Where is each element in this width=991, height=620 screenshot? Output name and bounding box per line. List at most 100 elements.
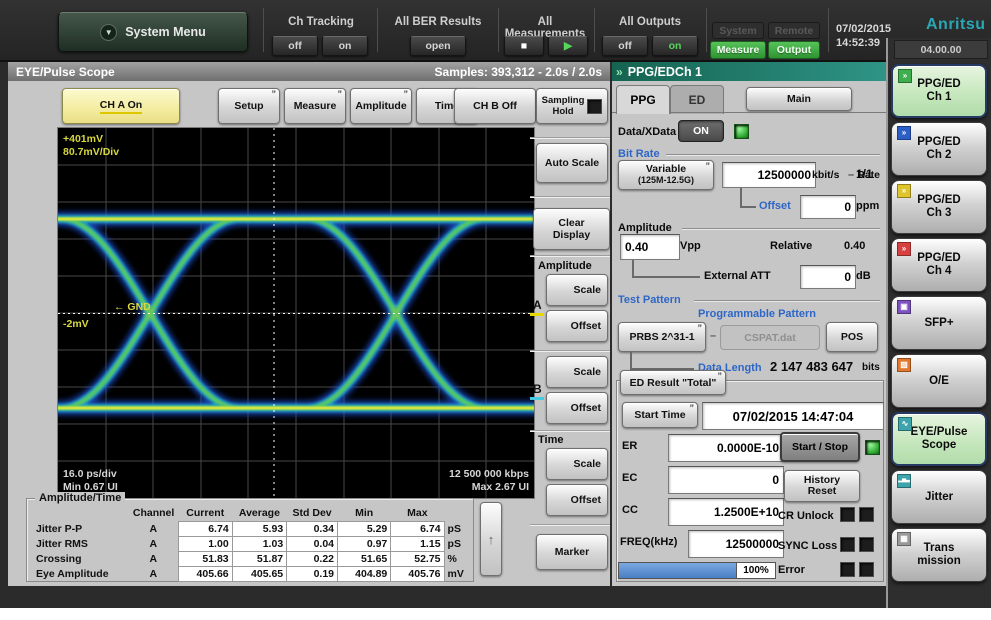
gnd-value-label: -2mV	[63, 318, 89, 330]
relative-value: 0.40	[844, 240, 865, 252]
time-group-label: Time	[538, 434, 563, 446]
amplitude-offset-a-button[interactable]: Offset	[546, 310, 608, 342]
marker-button[interactable]: Marker	[536, 534, 608, 570]
oe-icon: ▨	[897, 358, 911, 372]
label-line1: O/E	[929, 375, 949, 388]
eye-pulse-scope-icon: ∿	[898, 417, 912, 431]
bit-rate-field[interactable]: 12500000	[722, 162, 816, 188]
tab-ppg[interactable]: PPG	[616, 85, 670, 114]
bit-rate-offset-field[interactable]: 0	[800, 195, 856, 219]
freq-label: FREQ(kHz)	[620, 536, 677, 548]
data-xdata-on-button[interactable]: ON	[678, 120, 724, 142]
channel-b-marker	[530, 397, 544, 400]
bit-rate-label: Bit Rate	[618, 148, 660, 160]
label-line1: PPG/ED	[917, 252, 960, 265]
history-reset-label: History Reset	[796, 475, 848, 497]
rate-label: Rate	[857, 169, 880, 181]
progress-value: 100%	[736, 562, 776, 579]
att-connector	[632, 260, 700, 278]
label-line1: Trans	[924, 542, 955, 555]
prbs-pattern-button[interactable]: PRBS 2^31-1	[618, 322, 706, 352]
label-line1: PPG/ED	[917, 136, 960, 149]
time-offset-button[interactable]: Offset	[546, 484, 608, 516]
eye-diagram-display: +401mV 80.7mV/Div ← GND -2mV 16.0 ps/div…	[57, 127, 535, 499]
er-field[interactable]: 0.0000E-10	[668, 434, 784, 462]
setup-button[interactable]: Setup	[218, 88, 280, 124]
tab-ed[interactable]: ED	[670, 85, 724, 114]
ch-a-on-button[interactable]: CH A On	[62, 88, 180, 124]
att-unit: dB	[856, 270, 871, 282]
sampling-hold-button[interactable]: Sampling Hold	[536, 88, 608, 124]
start-time-button[interactable]: Start Time	[622, 402, 698, 428]
channel-a-marker	[530, 313, 544, 316]
label-line2: Ch 2	[927, 149, 952, 162]
ec-field[interactable]: 0	[668, 466, 784, 494]
sampling-hold-indicator	[587, 99, 602, 114]
pattern-separator: –	[710, 330, 716, 342]
main-button[interactable]: Main	[746, 87, 852, 111]
sidebar-item-ppg-ed-ch1[interactable]: » PPG/ED Ch 1	[891, 64, 987, 118]
sidebar-item-oe[interactable]: ▨ O/E	[891, 354, 987, 408]
divider	[530, 524, 610, 526]
amplitude-offset-b-button[interactable]: Offset	[546, 392, 608, 424]
col-current: Current	[178, 507, 232, 522]
history-reset-button[interactable]: History Reset	[784, 470, 860, 502]
freq-field[interactable]: 12500000	[688, 530, 784, 558]
external-att-field[interactable]: 0	[800, 265, 856, 289]
data-length-value: 2 147 483 647	[770, 359, 853, 374]
start-stop-lamp	[865, 440, 880, 455]
ch-b-off-button[interactable]: CH B Off	[454, 88, 536, 124]
sync-loss-label: SYNC Loss	[778, 540, 837, 552]
amplitude-scale-b-button[interactable]: Scale	[546, 356, 608, 388]
bitrate-label: 12 500 000 kbps	[449, 468, 529, 480]
data-length-unit: bits	[862, 362, 880, 373]
sidebar-item-ppg-ed-ch4[interactable]: » PPG/ED Ch 4	[891, 238, 987, 292]
time-scale-button[interactable]: Scale	[546, 448, 608, 480]
top-bar: ▼ System Menu Ch Tracking off on All BER…	[0, 0, 991, 62]
col-channel: Channel	[129, 507, 178, 522]
date: 07/02/2015	[836, 22, 891, 36]
auto-scale-button[interactable]: Auto Scale	[536, 143, 608, 183]
amplitude-scale-a-button[interactable]: Scale	[546, 274, 608, 306]
channel-b-marker-label: B	[533, 382, 542, 396]
amplitude-button[interactable]: Amplitude	[350, 88, 412, 124]
pattern-file-button[interactable]: CSPAT.dat	[720, 325, 820, 350]
external-att-label: External ATT	[704, 270, 771, 282]
clear-display-button[interactable]: Clear Display	[533, 208, 610, 250]
ch-tracking-off-button[interactable]: off	[272, 36, 318, 56]
all-ber-label: All BER Results	[380, 16, 496, 28]
ppg-ed-ch1-icon: »	[898, 69, 912, 83]
all-ber-open-button[interactable]: open	[410, 36, 466, 56]
start-time-field[interactable]: 07/02/2015 14:47:04	[702, 402, 884, 430]
system-indicator: System	[712, 22, 764, 39]
ch-tracking-label: Ch Tracking	[268, 16, 374, 28]
cc-field[interactable]: 1.2500E+10	[668, 498, 784, 526]
all-measurements-start-button[interactable]: ▶	[548, 36, 588, 56]
sidebar-item-sfp[interactable]: ▣ SFP+	[891, 296, 987, 350]
divider	[706, 8, 707, 52]
bit-rate-variable-button[interactable]: Variable (125M-12.5G)	[618, 160, 714, 190]
all-outputs-off-button[interactable]: off	[602, 36, 648, 56]
scroll-up-button[interactable]: ↑	[480, 502, 502, 576]
col-max: Max	[391, 507, 444, 522]
all-outputs-on-button[interactable]: on	[652, 36, 698, 56]
eye-pulse-scope-panel: EYE/Pulse Scope Samples: 393,312 - 2.0s …	[8, 62, 610, 586]
measure-button[interactable]: Measure	[284, 88, 346, 124]
divider	[594, 8, 595, 52]
sidebar-item-ppg-ed-ch2[interactable]: » PPG/ED Ch 2	[891, 122, 987, 176]
ed-result-total-button[interactable]: ED Result "Total"	[620, 370, 726, 395]
divider	[682, 228, 880, 230]
error-label: Error	[778, 564, 805, 576]
all-measurements-stop-button[interactable]: ■	[504, 36, 544, 56]
pos-button[interactable]: POS	[826, 322, 878, 352]
label-line1: SFP+	[924, 317, 953, 330]
start-stop-button[interactable]: Start / Stop	[780, 432, 860, 462]
amplitude-field[interactable]: 0.40	[620, 234, 680, 260]
ch-tracking-on-button[interactable]: on	[322, 36, 368, 56]
table-row: Crossing A 51.83 51.87 0.22 51.65 52.75 …	[33, 552, 473, 567]
sidebar-item-eye-pulse-scope[interactable]: ∿ EYE/Pulse Scope	[891, 412, 987, 466]
sidebar-item-jitter[interactable]: ▂▅▃ Jitter	[891, 470, 987, 524]
system-menu-button[interactable]: ▼ System Menu	[58, 12, 248, 52]
sidebar-item-transmission[interactable]: ▦ Trans mission	[891, 528, 987, 582]
sidebar-item-ppg-ed-ch3[interactable]: » PPG/ED Ch 3	[891, 180, 987, 234]
